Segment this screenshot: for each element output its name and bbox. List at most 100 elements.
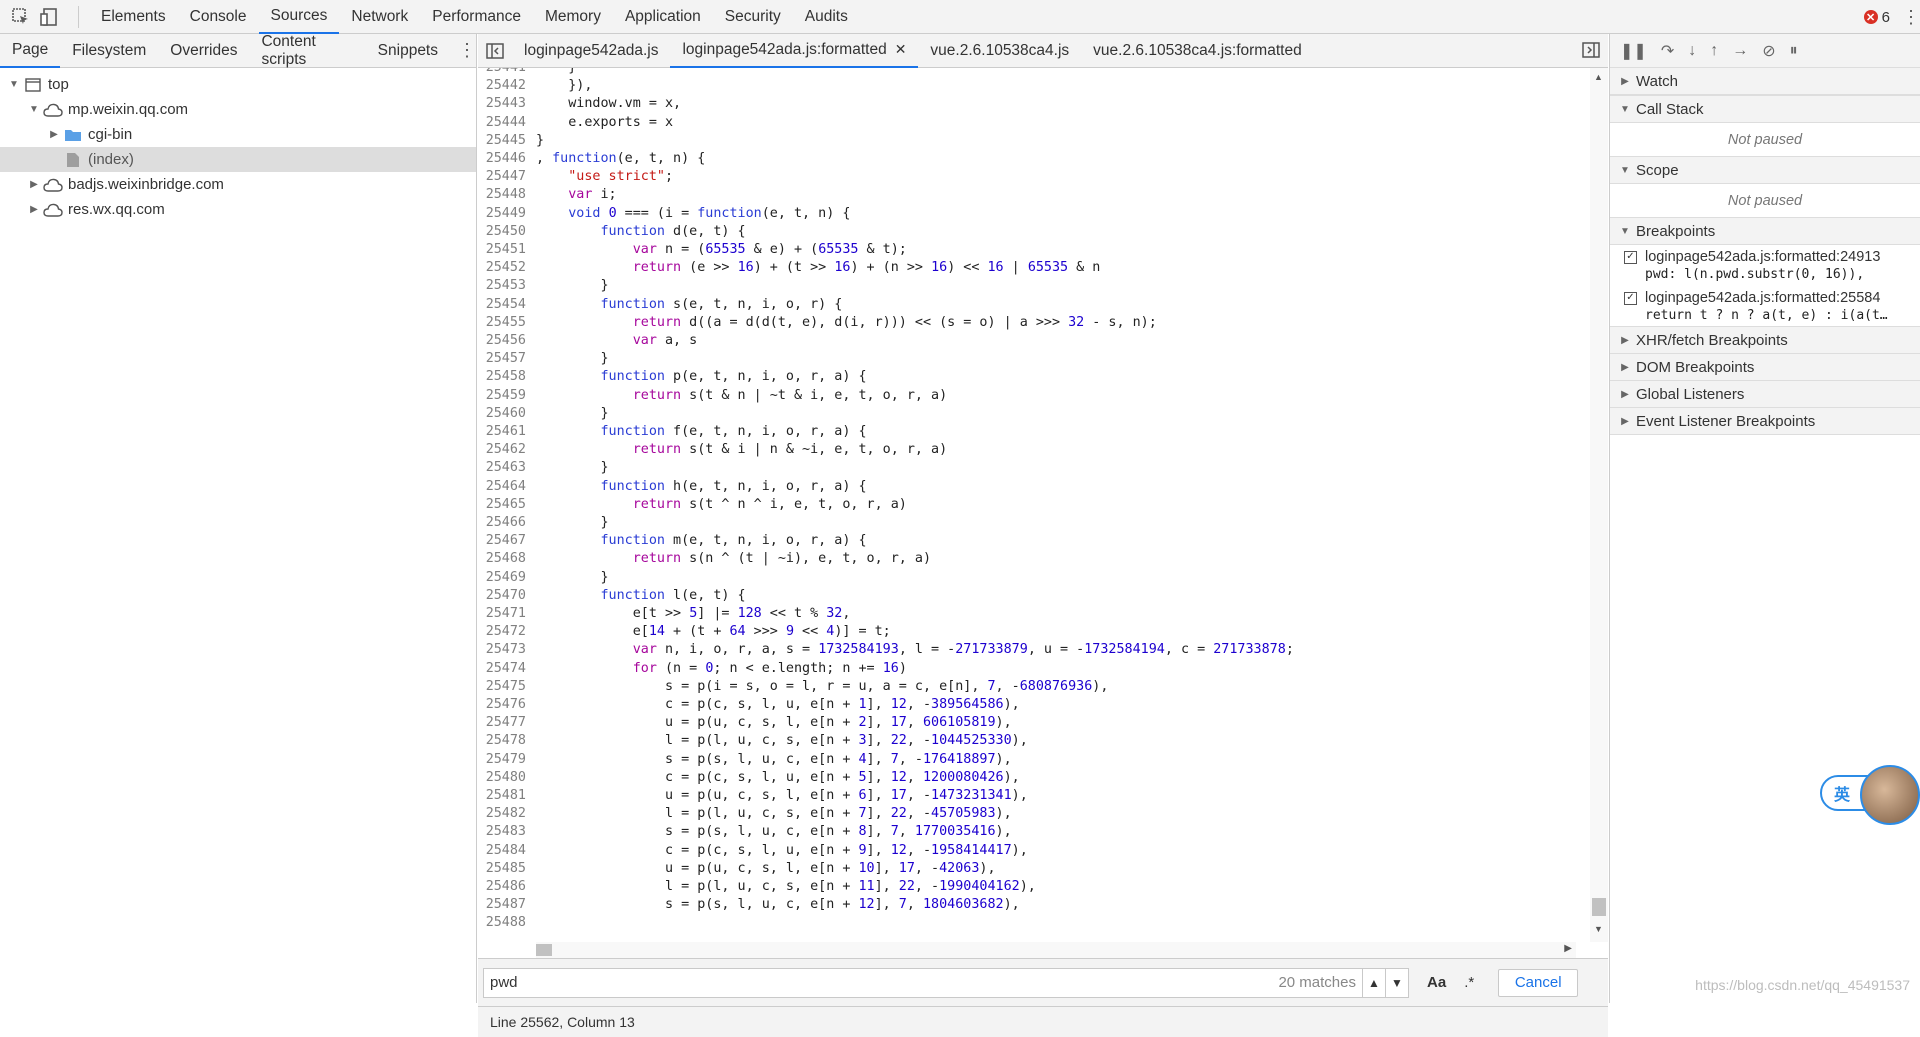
line-number: 25444 — [478, 115, 530, 130]
h-scroll-thumb[interactable] — [536, 944, 552, 956]
navigator-tab-overrides[interactable]: Overrides — [158, 34, 249, 68]
breakpoint-item[interactable]: ✓loginpage542ada.js:formatted:24913pwd: … — [1610, 245, 1920, 286]
navigator-more-icon[interactable]: ⋮ — [458, 40, 476, 61]
tab-network[interactable]: Network — [339, 0, 420, 34]
navigator-tab-snippets[interactable]: Snippets — [366, 34, 450, 68]
line-number: 25485 — [478, 861, 530, 876]
line-number: 25452 — [478, 260, 530, 275]
editor-tab-0[interactable]: loginpage542ada.js — [512, 34, 670, 68]
tab-memory[interactable]: Memory — [533, 0, 613, 34]
tab-security[interactable]: Security — [713, 0, 793, 34]
search-input[interactable]: pwd 20 matches — [483, 968, 1363, 998]
step-out-icon[interactable]: ↑ — [1710, 42, 1718, 60]
line-number: 25483 — [478, 824, 530, 839]
tab-elements[interactable]: Elements — [89, 0, 178, 34]
step-into-icon[interactable]: ↓ — [1688, 42, 1696, 60]
navigator-tab-page[interactable]: Page — [0, 34, 60, 68]
breakpoint-list: ✓loginpage542ada.js:formatted:24913pwd: … — [1610, 245, 1920, 327]
line-number: 25474 — [478, 661, 530, 676]
tree-item-badjs-weixinbridge-com[interactable]: ▶badjs.weixinbridge.com — [0, 172, 476, 197]
code-line: } — [536, 570, 609, 585]
code-line: function h(e, t, n, i, o, r, a) { — [536, 479, 867, 494]
panel-tabs: ElementsConsoleSourcesNetworkPerformance… — [89, 0, 860, 34]
code-editor[interactable]: 25441 }25442 }),25443 window.vm = x,2544… — [478, 68, 1590, 942]
dom-breakpoints-section[interactable]: ▶DOM Breakpoints — [1610, 353, 1920, 381]
dom-title: DOM Breakpoints — [1636, 359, 1754, 376]
cancel-search-button[interactable]: Cancel — [1498, 969, 1578, 997]
xhr-title: XHR/fetch Breakpoints — [1636, 332, 1788, 349]
watch-section[interactable]: ▶Watch — [1610, 67, 1920, 95]
breakpoint-checkbox[interactable]: ✓ — [1624, 292, 1637, 305]
line-number: 25484 — [478, 843, 530, 858]
more-options-icon[interactable]: ⋮ — [1902, 6, 1912, 28]
scroll-right-icon[interactable]: ▶ — [1564, 943, 1572, 954]
editor-tab-label: loginpage542ada.js:formatted — [682, 41, 886, 59]
line-number: 25450 — [478, 224, 530, 239]
event-listener-breakpoints-section[interactable]: ▶Event Listener Breakpoints — [1610, 407, 1920, 435]
device-toolbar-icon[interactable] — [36, 4, 62, 30]
scope-section[interactable]: ▼Scope — [1610, 156, 1920, 184]
tree-item-res-wx-qq-com[interactable]: ▶res.wx.qq.com — [0, 197, 476, 222]
code-line: var a, s — [536, 333, 697, 348]
tab-console[interactable]: Console — [178, 0, 259, 34]
breakpoint-checkbox[interactable]: ✓ — [1624, 251, 1637, 264]
pause-icon[interactable]: ❚❚ — [1620, 41, 1647, 61]
horizontal-scrollbar[interactable]: ▶ — [536, 942, 1576, 958]
tree-item-label: mp.weixin.qq.com — [68, 101, 188, 118]
collapsed-arrow-icon: ▶ — [1618, 76, 1632, 87]
call-stack-section[interactable]: ▼Call Stack — [1610, 95, 1920, 123]
editor-tab-3[interactable]: vue.2.6.10538ca4.js:formatted — [1081, 34, 1314, 68]
tab-sources[interactable]: Sources — [259, 0, 340, 34]
regex-button[interactable]: .* — [1464, 974, 1474, 991]
code-line: u = p(u, c, s, l, e[n + 6], 17, -1473231… — [536, 788, 1028, 803]
scroll-thumb[interactable] — [1592, 898, 1606, 916]
editor-tab-1[interactable]: loginpage542ada.js:formatted ✕ — [670, 34, 918, 68]
step-over-icon[interactable]: ↷ — [1661, 41, 1674, 61]
toggle-debugger-icon[interactable] — [1582, 42, 1600, 62]
scroll-down-icon[interactable]: ▼ — [1594, 924, 1603, 934]
match-case-button[interactable]: Aa — [1427, 974, 1446, 991]
devtools-toolbar: ElementsConsoleSourcesNetworkPerformance… — [0, 0, 1920, 34]
close-tab-icon[interactable]: ✕ — [895, 41, 907, 58]
step-icon[interactable]: → — [1732, 42, 1748, 60]
deactivate-breakpoints-icon[interactable]: ⊘ — [1762, 41, 1775, 61]
code-line: return (e >> 16) + (t >> 16) + (n >> 16)… — [536, 260, 1100, 275]
expanded-arrow-icon: ▼ — [1618, 165, 1632, 176]
tree-item-cgi-bin[interactable]: ▶cgi-bin — [0, 122, 476, 147]
previous-match-icon[interactable]: ▲ — [1362, 968, 1386, 998]
global-listeners-section[interactable]: ▶Global Listeners — [1610, 380, 1920, 408]
tree-item-mp-weixin-qq-com[interactable]: ▼mp.weixin.qq.com — [0, 97, 476, 122]
breakpoints-section[interactable]: ▼Breakpoints — [1610, 217, 1920, 245]
expanded-arrow-icon: ▼ — [1618, 226, 1632, 237]
scroll-up-icon[interactable]: ▲ — [1594, 72, 1603, 82]
line-number: 25443 — [478, 96, 530, 111]
pause-on-exceptions-icon[interactable]: ⏸ — [1790, 42, 1798, 60]
code-line: } — [536, 351, 609, 366]
match-count: 20 matches — [1278, 974, 1356, 991]
line-number: 25486 — [478, 879, 530, 894]
navigator-tab-filesystem[interactable]: Filesystem — [60, 34, 158, 68]
inspect-element-icon[interactable] — [8, 4, 34, 30]
code-line: return s(t & i | n & ~i, e, t, o, r, a) — [536, 442, 947, 457]
toggle-navigator-icon[interactable] — [478, 43, 512, 59]
tree-item-index[interactable]: (index) — [0, 147, 476, 172]
line-number: 25482 — [478, 806, 530, 821]
line-number: 25473 — [478, 642, 530, 657]
ime-widget[interactable]: 英 — [1820, 765, 1920, 821]
editor-tab-2[interactable]: vue.2.6.10538ca4.js — [918, 34, 1081, 68]
line-number: 25476 — [478, 697, 530, 712]
tab-audits[interactable]: Audits — [793, 0, 860, 34]
error-counter[interactable]: ✕ 6 — [1864, 0, 1890, 34]
navigator-tab-content-scripts[interactable]: Content scripts — [249, 34, 365, 68]
code-line: u = p(u, c, s, l, e[n + 10], 17, -42063)… — [536, 861, 996, 876]
tab-application[interactable]: Application — [613, 0, 713, 34]
tree-item-top[interactable]: ▼top — [0, 72, 476, 97]
tab-performance[interactable]: Performance — [420, 0, 533, 34]
breakpoint-item[interactable]: ✓loginpage542ada.js:formatted:25584retur… — [1610, 286, 1920, 327]
navigator-tabs: PageFilesystemOverridesContent scriptsSn… — [0, 34, 476, 68]
xhr-breakpoints-section[interactable]: ▶XHR/fetch Breakpoints — [1610, 326, 1920, 354]
next-match-icon[interactable]: ▼ — [1385, 968, 1409, 998]
vertical-scrollbar[interactable]: ▲ ▼ — [1590, 68, 1608, 942]
ime-avatar[interactable] — [1860, 765, 1920, 825]
line-number: 25475 — [478, 679, 530, 694]
